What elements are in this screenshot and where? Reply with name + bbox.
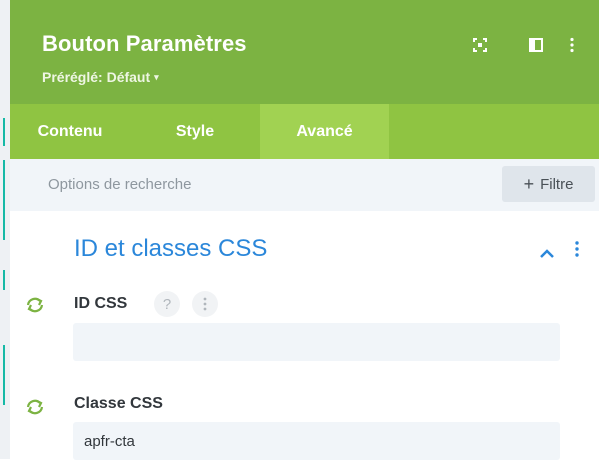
filter-label: Filtre [540,175,574,193]
filter-button[interactable]: + Filtre [502,166,595,202]
section-title[interactable]: ID et classes CSS [74,235,267,263]
tab-style[interactable]: Style [140,104,250,159]
css-id-label: ID CSS [74,295,128,312]
search-input[interactable]: Options de recherche [48,176,191,193]
preset-label: Préréglé: Défaut [42,69,151,85]
sync-icon[interactable] [25,296,45,314]
preset-dropdown[interactable]: Préréglé: Défaut ▾ [42,69,159,85]
more-vertical-icon[interactable] [563,36,581,54]
field-more-icon[interactable] [192,291,218,317]
caret-down-icon: ▾ [154,72,159,82]
edge-marker [3,270,5,290]
css-id-input[interactable] [73,323,560,361]
chevron-up-icon[interactable] [539,246,555,258]
help-icon[interactable]: ? [154,291,180,317]
sidebar-toggle-icon[interactable] [527,36,545,54]
section-more-icon[interactable] [574,240,580,263]
search-bar: Options de recherche + Filtre [10,159,599,211]
tab-bar: Contenu Style Avancé [10,104,599,159]
tab-avance[interactable]: Avancé [260,104,389,159]
left-edge-strip [0,0,10,459]
css-class-label: Classe CSS [74,395,163,412]
sync-icon[interactable] [25,398,45,416]
panel-header: Bouton Paramètres Préréglé: Défaut ▾ [10,0,599,104]
css-class-input[interactable] [73,422,560,460]
edge-marker [3,118,5,146]
panel-title: Bouton Paramètres [42,31,247,56]
edge-marker [3,160,5,240]
expand-icon[interactable] [471,36,489,54]
plus-icon: + [523,174,535,194]
edge-marker [3,345,5,405]
tab-contenu[interactable]: Contenu [10,104,130,159]
settings-panel: Bouton Paramètres Préréglé: Défaut ▾ Con… [10,0,599,460]
